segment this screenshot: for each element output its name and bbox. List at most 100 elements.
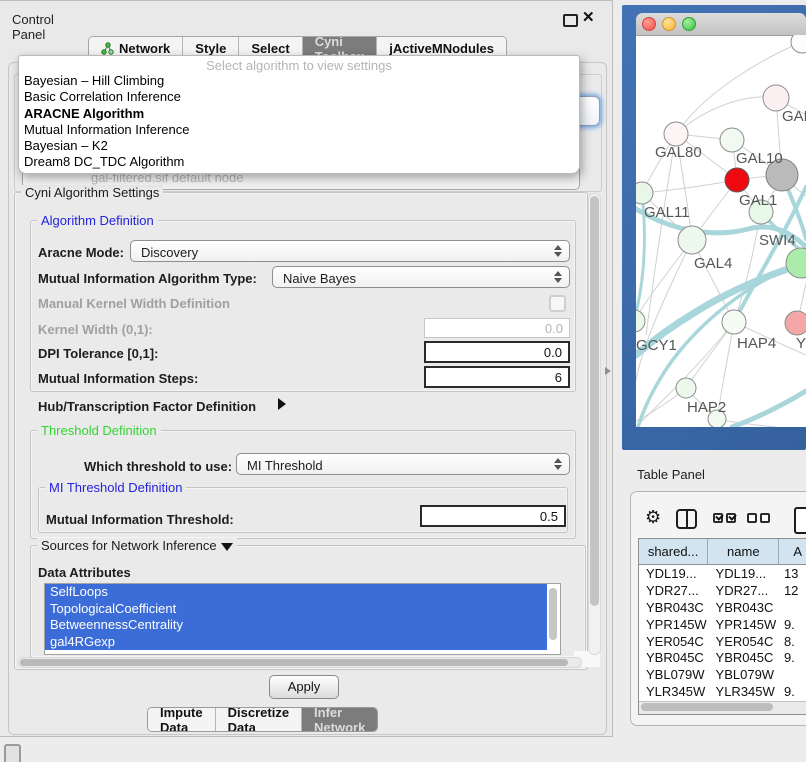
network-node[interactable] — [786, 248, 806, 278]
network-node-hap2[interactable] — [676, 378, 696, 398]
settings-vscroll-thumb[interactable] — [590, 196, 599, 606]
export-table-icon[interactable] — [794, 507, 806, 534]
network-node[interactable] — [791, 35, 806, 53]
network-node-gal10[interactable] — [720, 128, 744, 152]
table-cell: 8. — [780, 633, 806, 650]
network-node-labels: GALGAL80GAL10GAL1GAL11SWI4GAL4GCY1HAP4YH… — [636, 108, 806, 416]
table-cell: YER054C — [639, 633, 709, 650]
cyni-algorithm-settings-legend: Cyni Algorithm Settings — [21, 185, 163, 200]
tab-discretize-data[interactable]: Discretize Data — [216, 708, 302, 731]
zoom-window-icon[interactable] — [682, 17, 696, 31]
collapse-icon[interactable] — [221, 543, 233, 551]
mi-type-label: Mutual Information Algorithm Type: — [38, 271, 257, 286]
table-row[interactable]: YBL079WYBL079W — [639, 666, 806, 683]
table-row[interactable]: YPR145WYPR145W9. — [639, 616, 806, 633]
table-cell: YPR145W — [639, 616, 709, 633]
algorithm-option[interactable]: Basic Correlation Inference — [19, 89, 579, 105]
table-panel-title: Table Panel — [637, 467, 705, 482]
attribute-item[interactable]: TopologicalCoefficient — [45, 601, 547, 618]
aracne-mode-label: Aracne Mode: — [38, 245, 124, 260]
columns-icon[interactable] — [676, 509, 697, 529]
node-table: shared...nameA YDL19...YDL19...13YDR27..… — [638, 538, 806, 715]
tab-infer-network[interactable]: Infer Network — [302, 708, 377, 731]
panel-divider-handle[interactable] — [605, 367, 611, 375]
algorithm-option[interactable]: Bayesian – K2 — [19, 138, 579, 154]
gear-icon[interactable]: ⚙ — [645, 507, 661, 528]
mi-steps-input[interactable] — [424, 366, 570, 388]
spinner-arrows-icon — [554, 271, 562, 283]
mi-threshold-label: Mutual Information Threshold: — [46, 512, 234, 527]
table-cell: YDR27... — [709, 582, 780, 599]
network-window-titlebar[interactable] — [636, 13, 806, 36]
hub-expand-icon[interactable] — [278, 398, 286, 410]
table-cell: YBR043C — [639, 599, 709, 616]
algorithm-definition-legend: Algorithm Definition — [37, 213, 158, 228]
node-label: HAP4 — [737, 335, 776, 352]
table-row[interactable]: YBR043CYBR043C — [639, 599, 806, 616]
network-node-gal11[interactable] — [636, 182, 653, 204]
table-column-header[interactable]: shared... — [639, 539, 708, 564]
table-cell: 13 — [780, 565, 806, 582]
network-node-gal80[interactable] — [664, 122, 688, 146]
table-cell: YDL19... — [639, 565, 709, 582]
mi-type-combo[interactable]: Naive Bayes — [272, 266, 570, 288]
node-label: SWI4 — [759, 232, 796, 249]
table-cell: YDL19... — [709, 565, 780, 582]
table-row[interactable]: YDR27...YDR27...12 — [639, 582, 806, 599]
mi-type-value: Naive Bayes — [283, 271, 356, 286]
select-all-checks-icon[interactable] — [713, 513, 736, 523]
minimized-panel-icon[interactable] — [4, 744, 21, 762]
attribute-item[interactable]: gal4RGexp — [45, 634, 547, 651]
manual-kernel-label: Manual Kernel Width Definition — [38, 296, 230, 311]
table-column-header[interactable]: A — [779, 539, 806, 564]
algorithm-dropdown-popup: Select algorithm to view settings Bayesi… — [18, 55, 580, 174]
network-node-y[interactable] — [785, 311, 806, 335]
network-node-gal1[interactable] — [725, 168, 749, 192]
bottom-tabs: Impute Data Discretize Data Infer Networ… — [147, 707, 378, 732]
network-window[interactable]: GALGAL80GAL10GAL1GAL11SWI4GAL4GCY1HAP4YH… — [636, 13, 806, 427]
minimize-window-icon[interactable] — [662, 17, 676, 31]
table-row[interactable]: YBR045CYBR045C9. — [639, 649, 806, 666]
attribute-list-scroll-thumb[interactable] — [549, 588, 557, 640]
data-attributes-list[interactable]: SelfLoopsTopologicalCoefficientBetweenne… — [44, 583, 561, 655]
which-threshold-combo[interactable]: MI Threshold — [236, 453, 570, 475]
algorithm-option[interactable]: Mutual Information Inference — [19, 122, 579, 138]
close-window-icon[interactable] — [642, 17, 656, 31]
apply-button[interactable]: Apply — [269, 675, 339, 699]
close-icon[interactable]: ✕ — [582, 8, 595, 26]
algorithm-option[interactable]: Dream8 DC_TDC Algorithm — [19, 154, 579, 170]
network-node-gcy1[interactable] — [636, 310, 645, 332]
table-cell: YBR043C — [709, 599, 780, 616]
network-graph: GALGAL80GAL10GAL1GAL11SWI4GAL4GCY1HAP4YH… — [636, 35, 806, 427]
node-label: GCY1 — [636, 337, 677, 354]
network-canvas[interactable]: GALGAL80GAL10GAL1GAL11SWI4GAL4GCY1HAP4YH… — [636, 35, 806, 427]
network-node-hap4[interactable] — [722, 310, 746, 334]
tab-network-label: Network — [119, 41, 170, 56]
table-row[interactable]: YER054CYER054C8. — [639, 633, 806, 650]
aracne-mode-value: Discovery — [141, 245, 198, 260]
tab-impute-data[interactable]: Impute Data — [148, 708, 216, 731]
algorithm-dropdown-hint: Select algorithm to view settings — [19, 56, 579, 73]
table-column-header[interactable]: name — [708, 539, 779, 564]
kernel-width-input[interactable] — [424, 318, 570, 338]
table-cell: 9. — [780, 683, 806, 700]
algorithm-option[interactable]: Bayesian – Hill Climbing — [19, 73, 579, 89]
float-panel-icon[interactable] — [563, 14, 578, 27]
clear-all-checks-icon[interactable] — [747, 513, 770, 523]
table-row[interactable]: YLR345WYLR345W9. — [639, 683, 806, 700]
threshold-definition-legend: Threshold Definition — [37, 423, 161, 438]
attribute-item[interactable]: SelfLoops — [45, 584, 547, 601]
table-hscroll-thumb[interactable] — [641, 703, 773, 711]
node-label: GAL1 — [739, 192, 777, 209]
manual-kernel-checkbox[interactable] — [549, 295, 566, 312]
dpi-tolerance-input[interactable] — [424, 341, 570, 363]
settings-hscroll-thumb[interactable] — [20, 659, 568, 666]
network-node-gal4[interactable] — [678, 226, 706, 254]
mi-threshold-input[interactable] — [420, 505, 566, 527]
spinner-arrows-icon — [554, 458, 562, 470]
algorithm-option[interactable]: ARACNE Algorithm — [19, 106, 579, 122]
table-row[interactable]: YDL19...YDL19...13 — [639, 565, 806, 582]
table-cell: YBL079W — [639, 666, 709, 683]
aracne-mode-combo[interactable]: Discovery — [130, 240, 570, 262]
attribute-item[interactable]: BetweennessCentrality — [45, 617, 547, 634]
